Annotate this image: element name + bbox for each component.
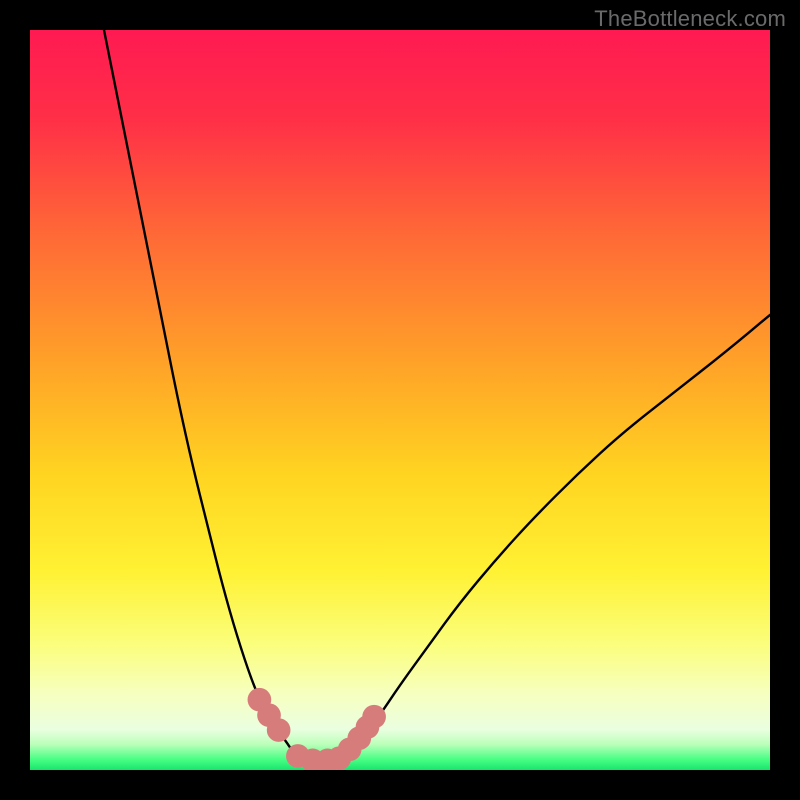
bottleneck-curve [104, 30, 770, 761]
data-marker [362, 705, 386, 729]
watermark-text: TheBottleneck.com [594, 6, 786, 32]
plot-area [30, 30, 770, 770]
data-marker [267, 718, 291, 742]
curve-layer [30, 30, 770, 770]
chart-frame: TheBottleneck.com [0, 0, 800, 800]
